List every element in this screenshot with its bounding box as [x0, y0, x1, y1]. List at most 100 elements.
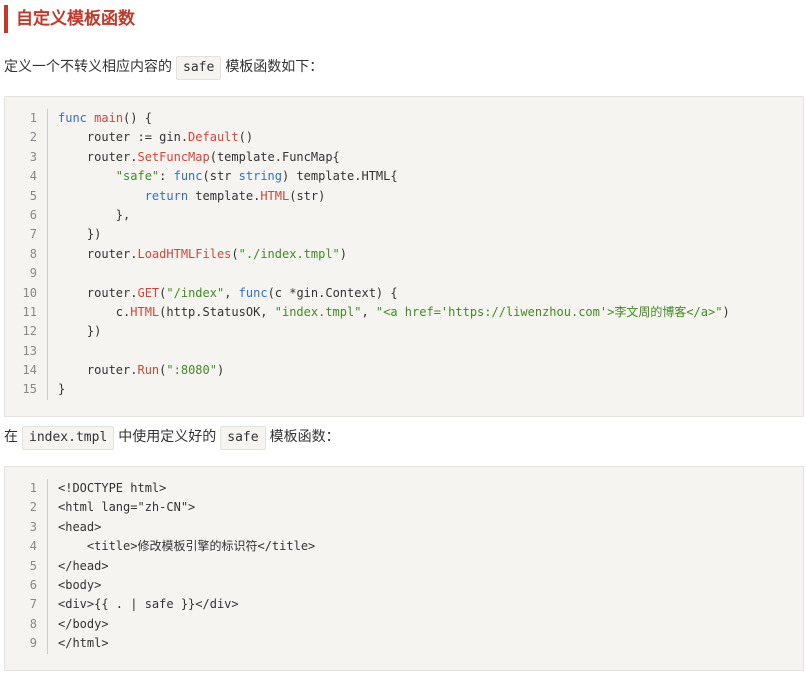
code-token: <html lang="zh-CN"> [58, 500, 196, 515]
line-number: 5 [5, 186, 48, 206]
code-text: <title>修改模板引擎的标识符</title> [48, 537, 315, 556]
usage-text-before: 在 [4, 429, 18, 445]
code-text: <head> [48, 518, 101, 537]
code-token: GET [137, 285, 160, 300]
code-line: 6 <body> [5, 575, 803, 596]
line-number: 1 [5, 109, 48, 129]
code-line: 9 [5, 264, 803, 284]
code-line: 2 router := gin.Default() [5, 128, 803, 148]
code-token: ) template.HTML{ [282, 169, 398, 184]
code-token: "./index.tmpl" [238, 246, 340, 261]
code-text: </head> [48, 557, 109, 576]
code-text: return template.HTML(str) [48, 187, 326, 206]
code-token: string [238, 169, 282, 184]
code-token: ( [231, 246, 239, 261]
code-token: <body> [58, 577, 102, 592]
code-token: router. [58, 149, 138, 164]
code-line: 4 <title>修改模板引擎的标识符</title> [5, 537, 803, 557]
line-number: 8 [5, 244, 48, 265]
code-token: template. [188, 188, 261, 203]
usage-text-after: 模板函数： [269, 429, 340, 445]
line-number: 13 [5, 341, 48, 362]
code-token: func [173, 169, 203, 184]
code-token: (template.FuncMap{ [209, 149, 340, 164]
html-template-code-block: 1 <!DOCTYPE html> 2 <html lang="zh-CN"> 3 <he… [4, 466, 804, 671]
code-text: }) [48, 225, 101, 244]
line-number: 9 [5, 264, 48, 284]
code-line: 14 router.Run(":8080") [5, 361, 803, 381]
code-line: 4 "safe": func(str string) template.HTML… [5, 167, 803, 187]
code-line: 13 [5, 341, 803, 362]
code-text: "safe": func(str string) template.HTML{ [48, 167, 398, 186]
code-text: router.LoadHTMLFiles("./index.tmpl") [48, 245, 347, 264]
intro-text-before: 定义一个不转义相应内容的 [4, 59, 172, 75]
code-token: ) [339, 246, 348, 261]
line-number: 7 [5, 225, 48, 245]
line-number: 9 [5, 634, 48, 654]
code-token: "/index" [166, 285, 225, 300]
code-token: , [224, 285, 239, 300]
code-token: router. [58, 363, 138, 378]
code-text: }) [48, 322, 101, 341]
code-token: }) [58, 227, 102, 242]
section-heading: 自定义模板函数 [4, 5, 135, 33]
code-text: router.SetFuncMap(template.FuncMap{ [48, 148, 340, 167]
code-line: 6 }, [5, 205, 803, 226]
inline-code-safe: safe [176, 56, 222, 80]
code-text: }, [48, 206, 130, 225]
code-token: (str) [289, 188, 326, 203]
code-token: (c *gin.Context) { [267, 285, 398, 300]
code-token: : [159, 169, 174, 184]
code-token: </body> [58, 616, 109, 631]
code-token: LoadHTMLFiles [137, 246, 232, 261]
line-number: 2 [5, 128, 48, 148]
code-token: <head> [58, 519, 102, 534]
code-text: router.GET("/index", func(c *gin.Context… [48, 284, 398, 303]
code-text: } [48, 380, 65, 399]
code-line: 15} [5, 380, 803, 400]
line-number: 12 [5, 322, 48, 342]
code-line: 1 <!DOCTYPE html> [5, 479, 803, 499]
code-line: 3 router.SetFuncMap(template.FuncMap{ [5, 147, 803, 168]
code-line: 2 <html lang="zh-CN"> [5, 498, 803, 518]
code-token: </html> [58, 636, 109, 651]
code-line: 7 }) [5, 225, 803, 245]
code-token: SetFuncMap [137, 149, 210, 164]
code-token: router := gin. [58, 130, 189, 145]
code-line: 12 }) [5, 322, 803, 342]
line-number: 3 [5, 147, 48, 168]
code-line: 11 c.HTML(http.StatusOK, "index.tmpl", "… [5, 302, 803, 323]
code-token: () { [123, 111, 152, 125]
code-token: HTML [260, 188, 290, 203]
line-number: 6 [5, 205, 48, 226]
code-token: "index.tmpl" [274, 304, 362, 319]
code-token: Default [188, 130, 239, 145]
code-text: <!DOCTYPE html> [48, 479, 166, 498]
code-text: c.HTML(http.StatusOK, "index.tmpl", "<a … [48, 303, 730, 322]
code-text: <div>{{ . | safe }}</div> [48, 595, 239, 614]
code-token: , [361, 304, 376, 319]
code-text: </html> [48, 634, 109, 653]
code-token: ":8080" [166, 363, 217, 378]
line-number: 15 [5, 380, 48, 400]
code-text: <body> [48, 576, 101, 595]
go-code-block: 1 func main() {2 router := gin.Default() 3… [4, 96, 804, 417]
code-line: 5 </head> [5, 556, 803, 576]
code-token: (str [202, 169, 239, 184]
code-token: main [94, 111, 124, 125]
code-token: router. [58, 246, 138, 261]
line-number: 4 [5, 167, 48, 187]
code-line: 10 router.GET("/index", func(c *gin.Cont… [5, 283, 803, 303]
line-number: 10 [5, 283, 48, 303]
code-token: router. [58, 285, 138, 300]
line-number: 11 [5, 302, 48, 323]
line-number: 2 [5, 498, 48, 518]
code-token: <!DOCTYPE html> [58, 481, 167, 495]
inline-code-safe-2: safe [220, 426, 266, 450]
code-text: router.Run(":8080") [48, 361, 224, 380]
line-number: 3 [5, 517, 48, 538]
code-token: </head> [58, 558, 109, 573]
